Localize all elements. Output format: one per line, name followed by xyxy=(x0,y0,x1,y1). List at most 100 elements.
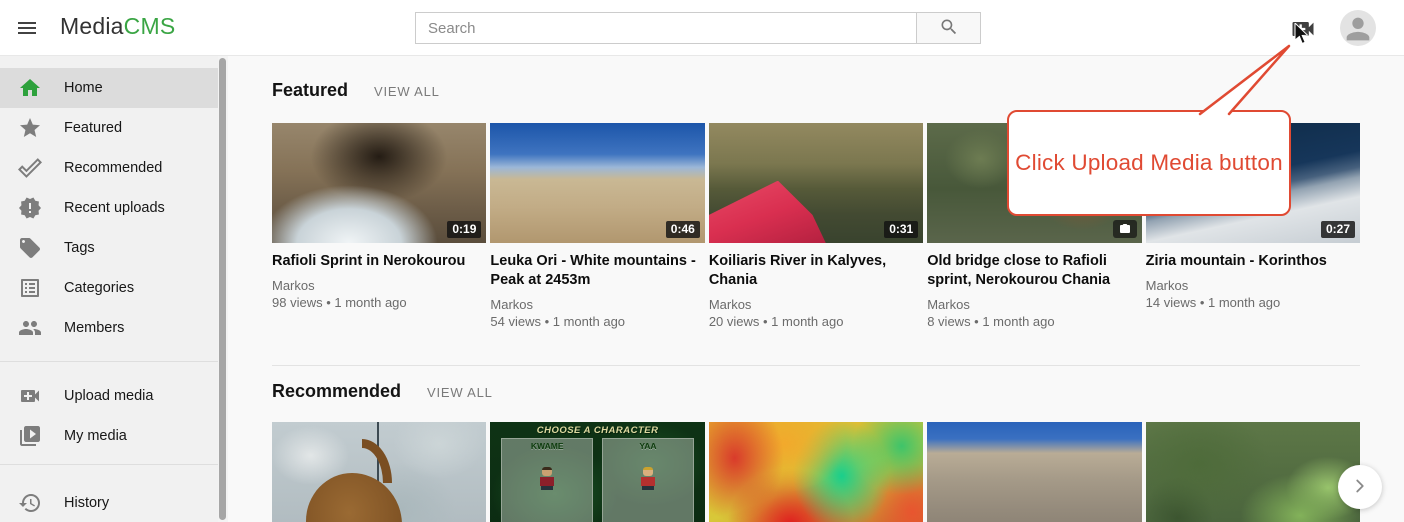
sidebar-item-label: Featured xyxy=(64,120,122,136)
sidebar-item-label: Tags xyxy=(64,240,95,256)
duration-badge: 0:31 xyxy=(884,221,918,238)
person-icon xyxy=(1341,10,1375,46)
upload-media-icon xyxy=(18,384,42,408)
search-input[interactable] xyxy=(415,12,917,44)
video-thumbnail[interactable]: CHOOSE A CHARACTER KWAME YAA Selected Se… xyxy=(490,422,704,522)
video-thumbnail[interactable] xyxy=(927,422,1141,522)
upload-media-button[interactable] xyxy=(1289,15,1317,43)
new-releases-icon xyxy=(18,196,42,220)
game-character-sprite xyxy=(640,467,656,489)
sidebar-divider xyxy=(0,464,218,465)
thumbnail-art xyxy=(306,473,402,522)
tag-icon xyxy=(18,236,42,260)
search-button[interactable] xyxy=(917,12,981,44)
video-thumbnail[interactable]: 0:31 xyxy=(709,123,923,243)
carousel-next-button[interactable] xyxy=(1338,465,1382,509)
recommended-section-header: Recommended VIEW ALL xyxy=(272,381,493,402)
video-meta: 20 views • 1 month ago xyxy=(709,313,923,330)
sidebar-item-recent-uploads[interactable]: Recent uploads xyxy=(0,188,218,228)
sidebar-item-home[interactable]: Home xyxy=(0,68,218,108)
duration-badge: 0:46 xyxy=(666,221,700,238)
video-thumbnail[interactable]: 0:46 xyxy=(490,123,704,243)
video-card[interactable]: 0:46 Leuka Ori - White mountains - Peak … xyxy=(490,123,704,330)
video-author[interactable]: Markos xyxy=(709,296,923,313)
camera-icon xyxy=(1113,220,1137,238)
video-meta: 14 views • 1 month ago xyxy=(1146,294,1360,311)
video-author[interactable]: Markos xyxy=(927,296,1141,313)
video-meta: 98 views • 1 month ago xyxy=(272,294,486,311)
star-icon xyxy=(18,116,42,140)
sidebar-item-members[interactable]: Members xyxy=(0,308,218,348)
sidebar-item-label: Home xyxy=(64,80,103,96)
sidebar-item-label: My media xyxy=(64,428,127,444)
sidebar-item-label: Members xyxy=(64,320,124,336)
avatar[interactable] xyxy=(1340,10,1376,46)
video-card[interactable] xyxy=(272,422,486,522)
topbar: MediaCMS xyxy=(0,0,1404,56)
mediacms-app: MediaCMS Home xyxy=(0,0,1404,522)
video-card[interactable]: 0:19 Rafioli Sprint in Nerokourou Markos… xyxy=(272,123,486,330)
thumbnail-art xyxy=(709,181,842,243)
view-all-featured-link[interactable]: VIEW ALL xyxy=(374,84,440,99)
video-card[interactable] xyxy=(1146,422,1360,522)
sidebar: Home Featured Recommended Recent uploads xyxy=(0,56,218,522)
featured-section-header: Featured VIEW ALL xyxy=(272,80,440,101)
game-character-name: KWAME xyxy=(502,441,592,451)
game-panel-right: YAA xyxy=(602,438,694,522)
video-author[interactable]: Markos xyxy=(490,296,704,313)
sidebar-item-categories[interactable]: Categories xyxy=(0,268,218,308)
sidebar-item-upload-media[interactable]: Upload media xyxy=(0,376,218,416)
checkmark-icon xyxy=(18,156,42,180)
history-icon xyxy=(18,491,42,515)
sidebar-item-my-media[interactable]: My media xyxy=(0,416,218,456)
video-card[interactable]: CHOOSE A CHARACTER KWAME YAA Selected Se… xyxy=(490,422,704,522)
menu-icon[interactable] xyxy=(14,16,40,40)
scrollbar-thumb[interactable] xyxy=(219,58,226,520)
logo-cms: CMS xyxy=(124,13,176,39)
video-title[interactable]: Leuka Ori - White mountains - Peak at 24… xyxy=(490,252,704,290)
sidebar-divider xyxy=(0,361,218,362)
sidebar-item-label: History xyxy=(64,495,109,511)
upload-media-icon xyxy=(1289,31,1317,46)
video-author[interactable]: Markos xyxy=(272,277,486,294)
sidebar-item-label: Recent uploads xyxy=(64,200,165,216)
home-icon xyxy=(18,76,42,100)
sidebar-item-recommended[interactable]: Recommended xyxy=(0,148,218,188)
video-card[interactable] xyxy=(709,422,923,522)
video-meta: 8 views • 1 month ago xyxy=(927,313,1141,330)
app-logo[interactable]: MediaCMS xyxy=(60,13,175,40)
game-character-name: YAA xyxy=(603,441,693,451)
video-title[interactable]: Koiliaris River in Kalyves, Chania xyxy=(709,252,923,290)
my-media-icon xyxy=(18,424,42,448)
sidebar-item-featured[interactable]: Featured xyxy=(0,108,218,148)
video-thumbnail[interactable] xyxy=(709,422,923,522)
video-thumbnail[interactable]: 0:19 xyxy=(272,123,486,243)
chevron-right-icon xyxy=(1349,475,1371,500)
view-all-recommended-link[interactable]: VIEW ALL xyxy=(427,385,493,400)
section-title-recommended: Recommended xyxy=(272,381,401,402)
video-thumbnail[interactable] xyxy=(272,422,486,522)
game-panel-left: KWAME xyxy=(501,438,593,522)
video-card[interactable] xyxy=(927,422,1141,522)
members-icon xyxy=(18,316,42,340)
video-title[interactable]: Ziria mountain - Korinthos xyxy=(1146,252,1360,271)
sidebar-item-label: Categories xyxy=(64,280,134,296)
video-author[interactable]: Markos xyxy=(1146,277,1360,294)
section-divider xyxy=(272,365,1360,366)
sidebar-item-label: Recommended xyxy=(64,160,162,176)
video-title[interactable]: Old bridge close to Rafioli sprint, Nero… xyxy=(927,252,1141,290)
sidebar-item-label: Upload media xyxy=(64,388,153,404)
search-bar xyxy=(415,12,981,44)
video-thumbnail[interactable] xyxy=(1146,422,1360,522)
sidebar-scrollbar xyxy=(218,56,228,522)
duration-badge: 0:19 xyxy=(447,221,481,238)
video-card[interactable]: 0:31 Koiliaris River in Kalyves, Chania … xyxy=(709,123,923,330)
duration-badge: 0:27 xyxy=(1321,221,1355,238)
video-title[interactable]: Rafioli Sprint in Nerokourou xyxy=(272,252,486,271)
logo-media: Media xyxy=(60,13,124,39)
section-title-featured: Featured xyxy=(272,80,348,101)
video-meta: 54 views • 1 month ago xyxy=(490,313,704,330)
recommended-cards-row: CHOOSE A CHARACTER KWAME YAA Selected Se… xyxy=(272,422,1360,522)
sidebar-item-history[interactable]: History xyxy=(0,483,218,522)
sidebar-item-tags[interactable]: Tags xyxy=(0,228,218,268)
